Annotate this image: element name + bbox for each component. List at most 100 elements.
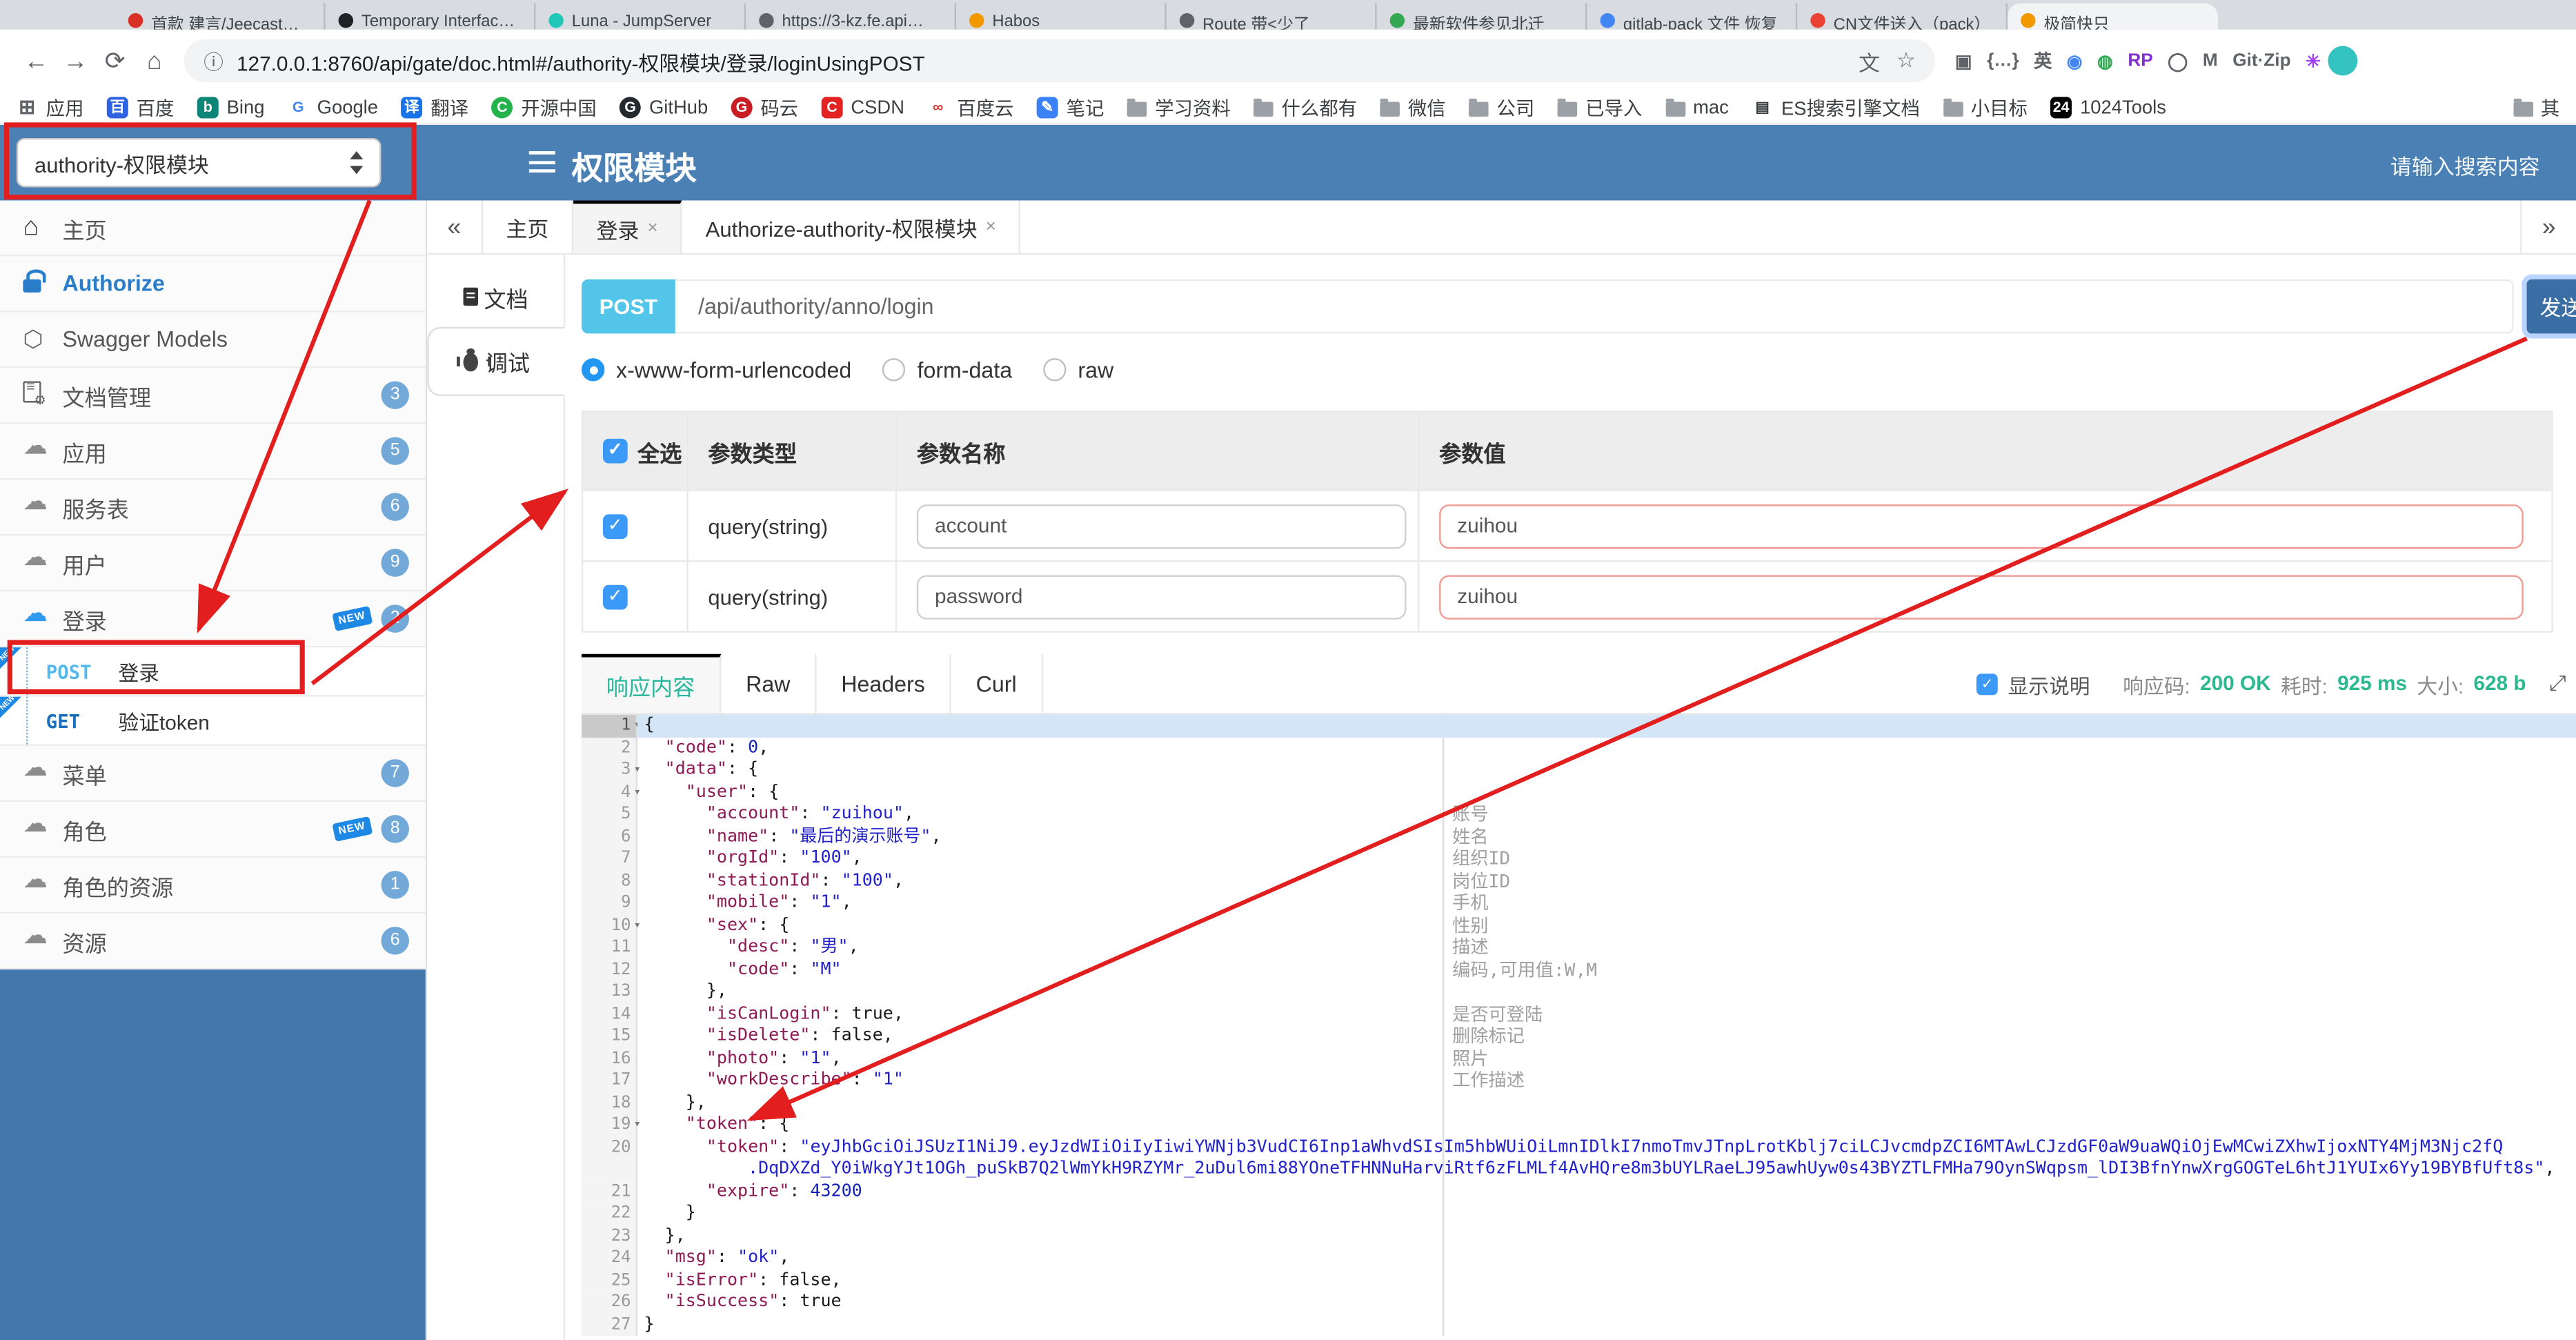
bookmark-item[interactable]: b Bing	[197, 97, 264, 119]
checkbox-all[interactable]: ✓	[602, 438, 628, 464]
fullscreen-icon[interactable]: ⤢	[2549, 671, 2566, 697]
line-number[interactable]: 16	[582, 1047, 637, 1070]
bookmark-item[interactable]: mac	[1665, 98, 1729, 117]
line-number[interactable]: 9	[582, 892, 637, 915]
bookmark-item[interactable]: 公司	[1469, 95, 1534, 121]
radio-raw[interactable]	[1043, 358, 1067, 382]
content-tab-登录[interactable]: 登录 ×	[573, 200, 683, 253]
globe-icon[interactable]: ◍	[2097, 50, 2113, 72]
response-tab-Headers[interactable]: Headers	[816, 653, 951, 713]
line-number[interactable]: 27	[582, 1313, 637, 1337]
line-number[interactable]: 13	[582, 981, 637, 1003]
line-number[interactable]: 21	[582, 1181, 637, 1203]
response-tab-Curl[interactable]: Curl	[951, 653, 1043, 713]
line-number[interactable]: 3 ▾	[582, 759, 641, 782]
module-select[interactable]: authority-权限模块	[16, 138, 382, 188]
browser-tab[interactable]: https://3-kz.fe.api…	[746, 3, 956, 30]
site-info-icon[interactable]: ⓘ	[204, 47, 224, 75]
line-number[interactable]: 14	[582, 1003, 637, 1025]
rp-icon[interactable]: RP	[2128, 51, 2152, 71]
radio-form-data[interactable]	[882, 358, 906, 382]
browser-tab[interactable]: gitlab-pack 文件 恢复	[1587, 3, 1798, 30]
row-checkbox[interactable]: ✓	[602, 513, 628, 538]
line-number[interactable]: 23	[582, 1225, 637, 1248]
bookmark-item[interactable]: ∞ 百度云	[927, 95, 1013, 121]
sidebar-item-Authorize[interactable]: Authorize	[0, 256, 426, 313]
sidebar-item-应用[interactable]: 应用 5	[0, 424, 426, 480]
line-number[interactable]: 1▾	[582, 714, 641, 738]
tab-调试[interactable]: 调试	[427, 326, 566, 396]
sidebar-item-资源[interactable]: 资源 6	[0, 914, 426, 970]
param-value-input[interactable]	[1439, 574, 2524, 619]
line-number[interactable]: 4 ▾	[582, 781, 641, 804]
forward-icon[interactable]: →	[56, 47, 95, 75]
bookmark-item[interactable]: C CSDN	[821, 97, 904, 119]
line-number[interactable]: 22	[582, 1203, 637, 1225]
param-value-input[interactable]	[1439, 503, 2524, 549]
ring-icon[interactable]: ◯	[2168, 50, 2188, 72]
browser-tab[interactable]: CN文件送入（pack）	[1797, 3, 2008, 30]
gitzip-icon[interactable]: Git·Zip	[2232, 51, 2290, 71]
bookmark-item[interactable]: 微信	[1380, 95, 1446, 121]
bookmark-item[interactable]: G GitHub	[620, 97, 708, 119]
browser-tab[interactable]: Route 带<少了	[1167, 3, 1377, 30]
bookmark-item[interactable]: ✎ 笔记	[1036, 95, 1104, 121]
bookmark-item[interactable]: G 码云	[731, 95, 798, 121]
m-chevron-icon[interactable]: M	[2203, 51, 2218, 71]
line-number[interactable]: 12	[582, 958, 637, 981]
browser-tab[interactable]: 最新软件参见北迁	[1377, 3, 1587, 30]
bookmark-item[interactable]: 学习资料	[1127, 95, 1231, 121]
param-name-input[interactable]	[916, 503, 1407, 549]
translate-icon[interactable]: 文	[1859, 45, 1880, 76]
line-number[interactable]: 7	[582, 847, 637, 870]
content-tab-Authorize-authority-权限模块[interactable]: Authorize-authority-权限模块 ×	[682, 200, 1021, 253]
scan-icon[interactable]: ▣	[1955, 50, 1972, 72]
radio-x-www-form-urlencoded[interactable]	[582, 358, 605, 382]
bookmark-item[interactable]: 译翻译	[401, 95, 468, 121]
address-bar[interactable]: ⓘ 127.0.0.1:8760/api/gate/doc.html#/auth…	[184, 39, 1936, 83]
bookmark-item[interactable]: G Google	[287, 97, 378, 119]
sidebar-op-get[interactable]: NEW GET 验证token	[0, 693, 426, 747]
tabs-collapse-icon[interactable]: «	[427, 200, 484, 253]
bookmark-item[interactable]: C 开源中国	[491, 95, 597, 121]
line-number[interactable]: 8	[582, 869, 637, 893]
line-number[interactable]: 26	[582, 1291, 637, 1314]
row-checkbox[interactable]: ✓	[602, 584, 628, 609]
line-number[interactable]: 15	[582, 1025, 637, 1048]
sidebar-item-服务表[interactable]: 服务表 6	[0, 480, 426, 536]
bookmark-item[interactable]: 其	[2513, 95, 2559, 121]
sidebar-item-角色的资源[interactable]: 角色的资源 1	[0, 858, 426, 914]
line-number[interactable]: 11	[582, 936, 637, 959]
sidebar-op-post[interactable]: NEW POST 登录	[0, 644, 426, 697]
sidebar-item-主页[interactable]: 主页	[0, 200, 426, 257]
browser-tab[interactable]: 首款 建言/Jeecast…	[115, 3, 326, 30]
back-icon[interactable]: ←	[17, 47, 56, 75]
bookmark-item[interactable]: 已导入	[1557, 95, 1642, 121]
line-number[interactable]	[582, 1158, 637, 1181]
asterisk-icon[interactable]: ✳	[2306, 50, 2321, 72]
response-tab-响应内容[interactable]: 响应内容	[582, 653, 722, 713]
tabs-expand-icon[interactable]: »	[2520, 200, 2576, 253]
line-number[interactable]: 17	[582, 1070, 637, 1092]
sidebar-item-文档管理[interactable]: 文档管理 3	[0, 368, 426, 424]
bookmark-star-icon[interactable]: ☆	[1896, 48, 1916, 74]
braces-icon[interactable]: {…}	[1987, 51, 2019, 71]
sidebar-item-菜单[interactable]: 菜单 7	[0, 746, 426, 802]
colorful-ball-icon[interactable]: ◉	[2067, 50, 2083, 72]
home-icon[interactable]: ⌂	[135, 47, 174, 75]
param-name-input[interactable]	[916, 574, 1407, 619]
bookmark-item[interactable]: 什么都有	[1254, 95, 1357, 121]
line-number[interactable]: 24	[582, 1247, 637, 1270]
bookmark-item[interactable]: ▤ ES搜索引擎文档	[1752, 95, 1920, 121]
reload-icon[interactable]: ⟳	[95, 46, 135, 75]
send-button[interactable]: 发送	[2526, 279, 2576, 334]
browser-tab[interactable]: Habos	[956, 3, 1167, 30]
close-tab-icon[interactable]: ×	[647, 219, 657, 239]
line-number[interactable]: 6	[582, 825, 637, 848]
line-number[interactable]: 25	[582, 1269, 637, 1292]
en-translate-icon[interactable]: 英	[2034, 48, 2052, 74]
tab-文档[interactable]: 文档	[427, 266, 564, 327]
sidebar-item-登录[interactable]: 登录 NEW 2	[0, 591, 426, 648]
close-tab-icon[interactable]: ×	[986, 217, 996, 237]
bookmark-item[interactable]: ⊞ 应用	[17, 95, 83, 121]
